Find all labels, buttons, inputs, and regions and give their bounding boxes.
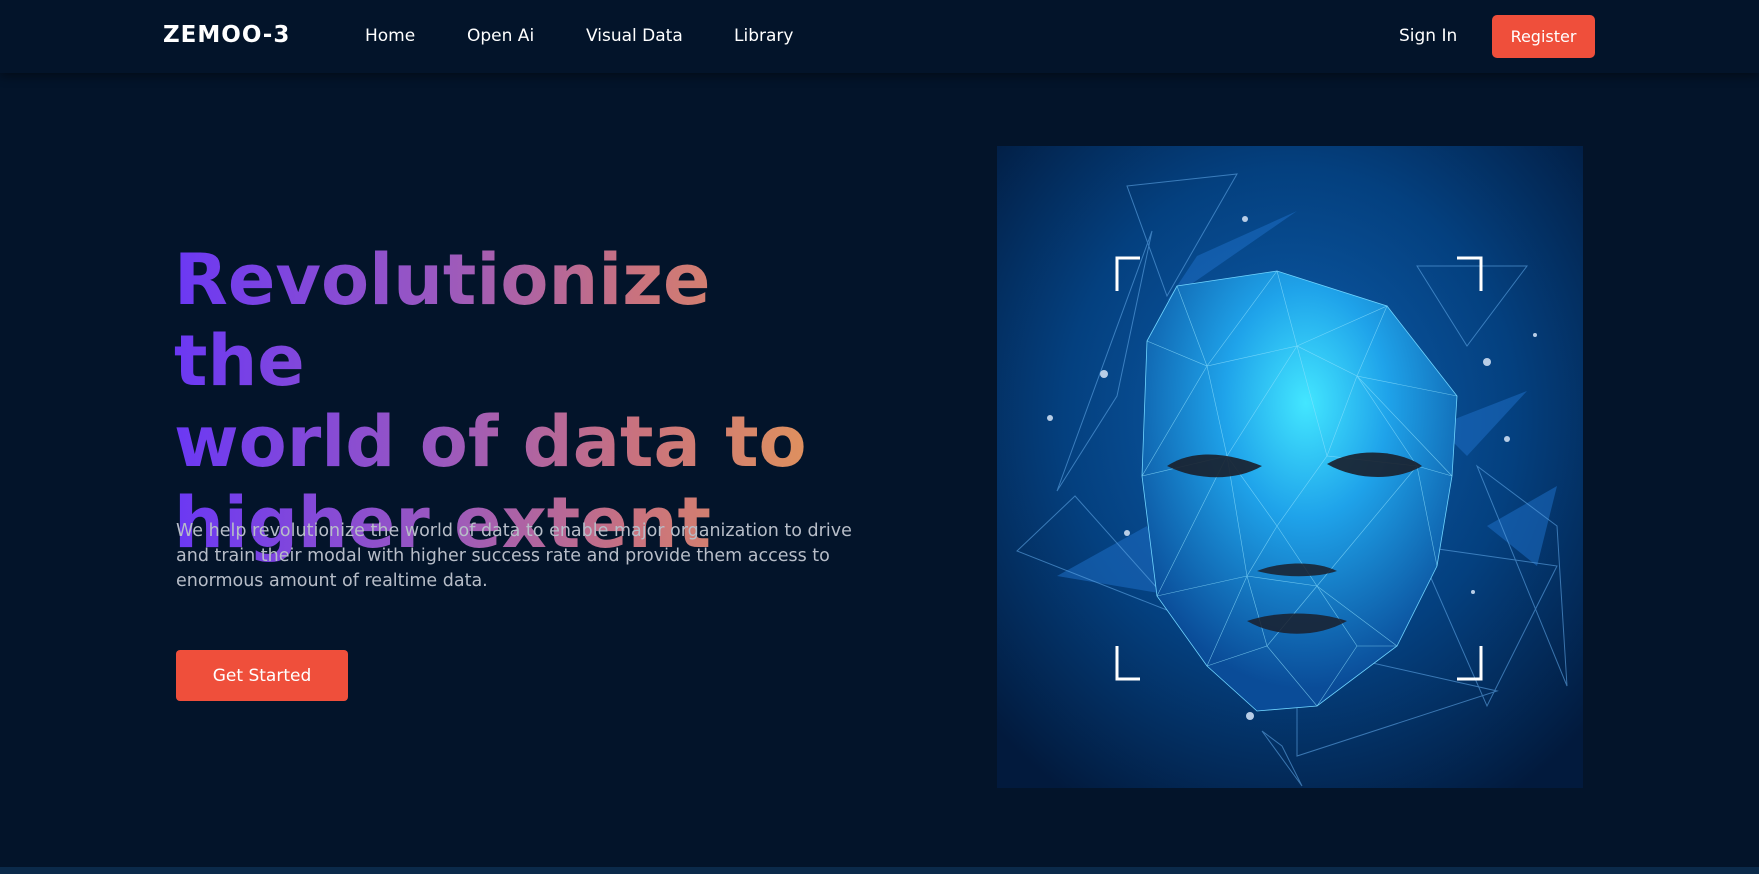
hero-description: We help revolutionize the world of data … [176, 521, 852, 591]
top-navbar: ZEMOO-3 Home Open Ai Visual Data Library… [0, 0, 1759, 73]
nav-link-home[interactable]: Home [365, 26, 415, 46]
hero-title-line-2: world of data to [174, 401, 807, 483]
brand-logo[interactable]: ZEMOO-3 [163, 22, 290, 48]
section-divider [0, 867, 1759, 874]
get-started-button[interactable]: Get Started [176, 650, 348, 701]
nav-link-library[interactable]: Library [734, 26, 793, 46]
polygonal-face-illustration [997, 146, 1583, 788]
hero-title-line-1: Revolutionize the [174, 239, 711, 402]
sign-in-link[interactable]: Sign In [1399, 26, 1457, 46]
nav-link-visual-data[interactable]: Visual Data [586, 26, 683, 46]
nav-link-open-ai[interactable]: Open Ai [467, 26, 534, 46]
register-button[interactable]: Register [1492, 15, 1595, 58]
hero-title: Revolutionize the world of data to highe… [174, 240, 834, 564]
